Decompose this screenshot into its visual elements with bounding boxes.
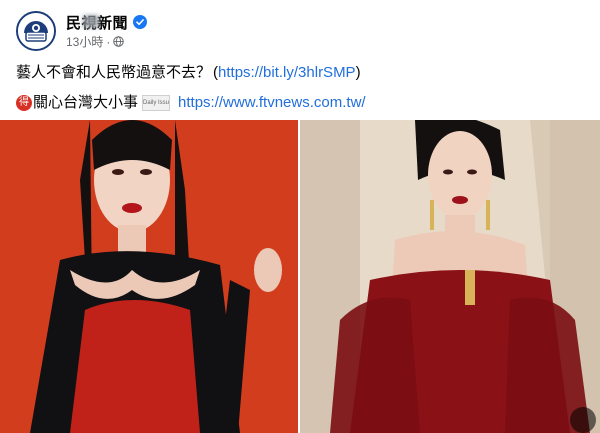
page-name-row: 民視新聞 — [66, 12, 148, 33]
photo-left[interactable] — [0, 120, 298, 433]
name-redaction — [83, 14, 99, 28]
verified-badge-icon — [133, 15, 148, 29]
mini-logo-image: Daily Issue — [142, 95, 171, 111]
post-body: 藝人不會和人民幣過意不去？ ( https://bit.ly/3hlrSMP )… — [16, 58, 366, 118]
more-photos-icon[interactable] — [570, 407, 596, 433]
photo-left-image — [0, 120, 298, 433]
photo-right-image — [300, 120, 600, 433]
page-name[interactable]: 民視新聞 — [66, 12, 128, 33]
post-text-1: 藝人不會和人民幣過意不去？ — [16, 64, 212, 81]
post-line-2: 得 關心台灣大小事 Daily Issue https://www.ftvnew… — [16, 88, 366, 118]
post-meta: 13小時 · — [66, 33, 147, 50]
ftvnews-link[interactable]: https://www.ftvnews.com.tw/ — [178, 88, 366, 118]
de-emoji-icon: 得 — [16, 95, 32, 111]
ftv-logo-icon — [18, 13, 54, 49]
post-timestamp[interactable]: 13小時 — [66, 33, 103, 50]
page-info: 民視新聞 13小時 · — [66, 12, 148, 50]
post-header: 民視新聞 13小時 · — [16, 10, 148, 52]
post-line-1: 藝人不會和人民幣過意不去？ ( https://bit.ly/3hlrSMP ) — [16, 58, 366, 88]
page-avatar[interactable] — [16, 11, 56, 51]
photo-right[interactable] — [300, 120, 600, 433]
meta-separator: · — [106, 34, 111, 49]
photo-grid — [0, 120, 600, 433]
short-link[interactable]: https://bit.ly/3hlrSMP — [218, 58, 356, 88]
globe-icon[interactable] — [113, 36, 125, 47]
facebook-post: 民視新聞 13小時 · 藝人不會和人民幣過意不去？ — [0, 0, 600, 433]
link1-close-paren: ) — [355, 64, 361, 81]
post-text-2: 關心台灣大小事 — [33, 94, 139, 111]
